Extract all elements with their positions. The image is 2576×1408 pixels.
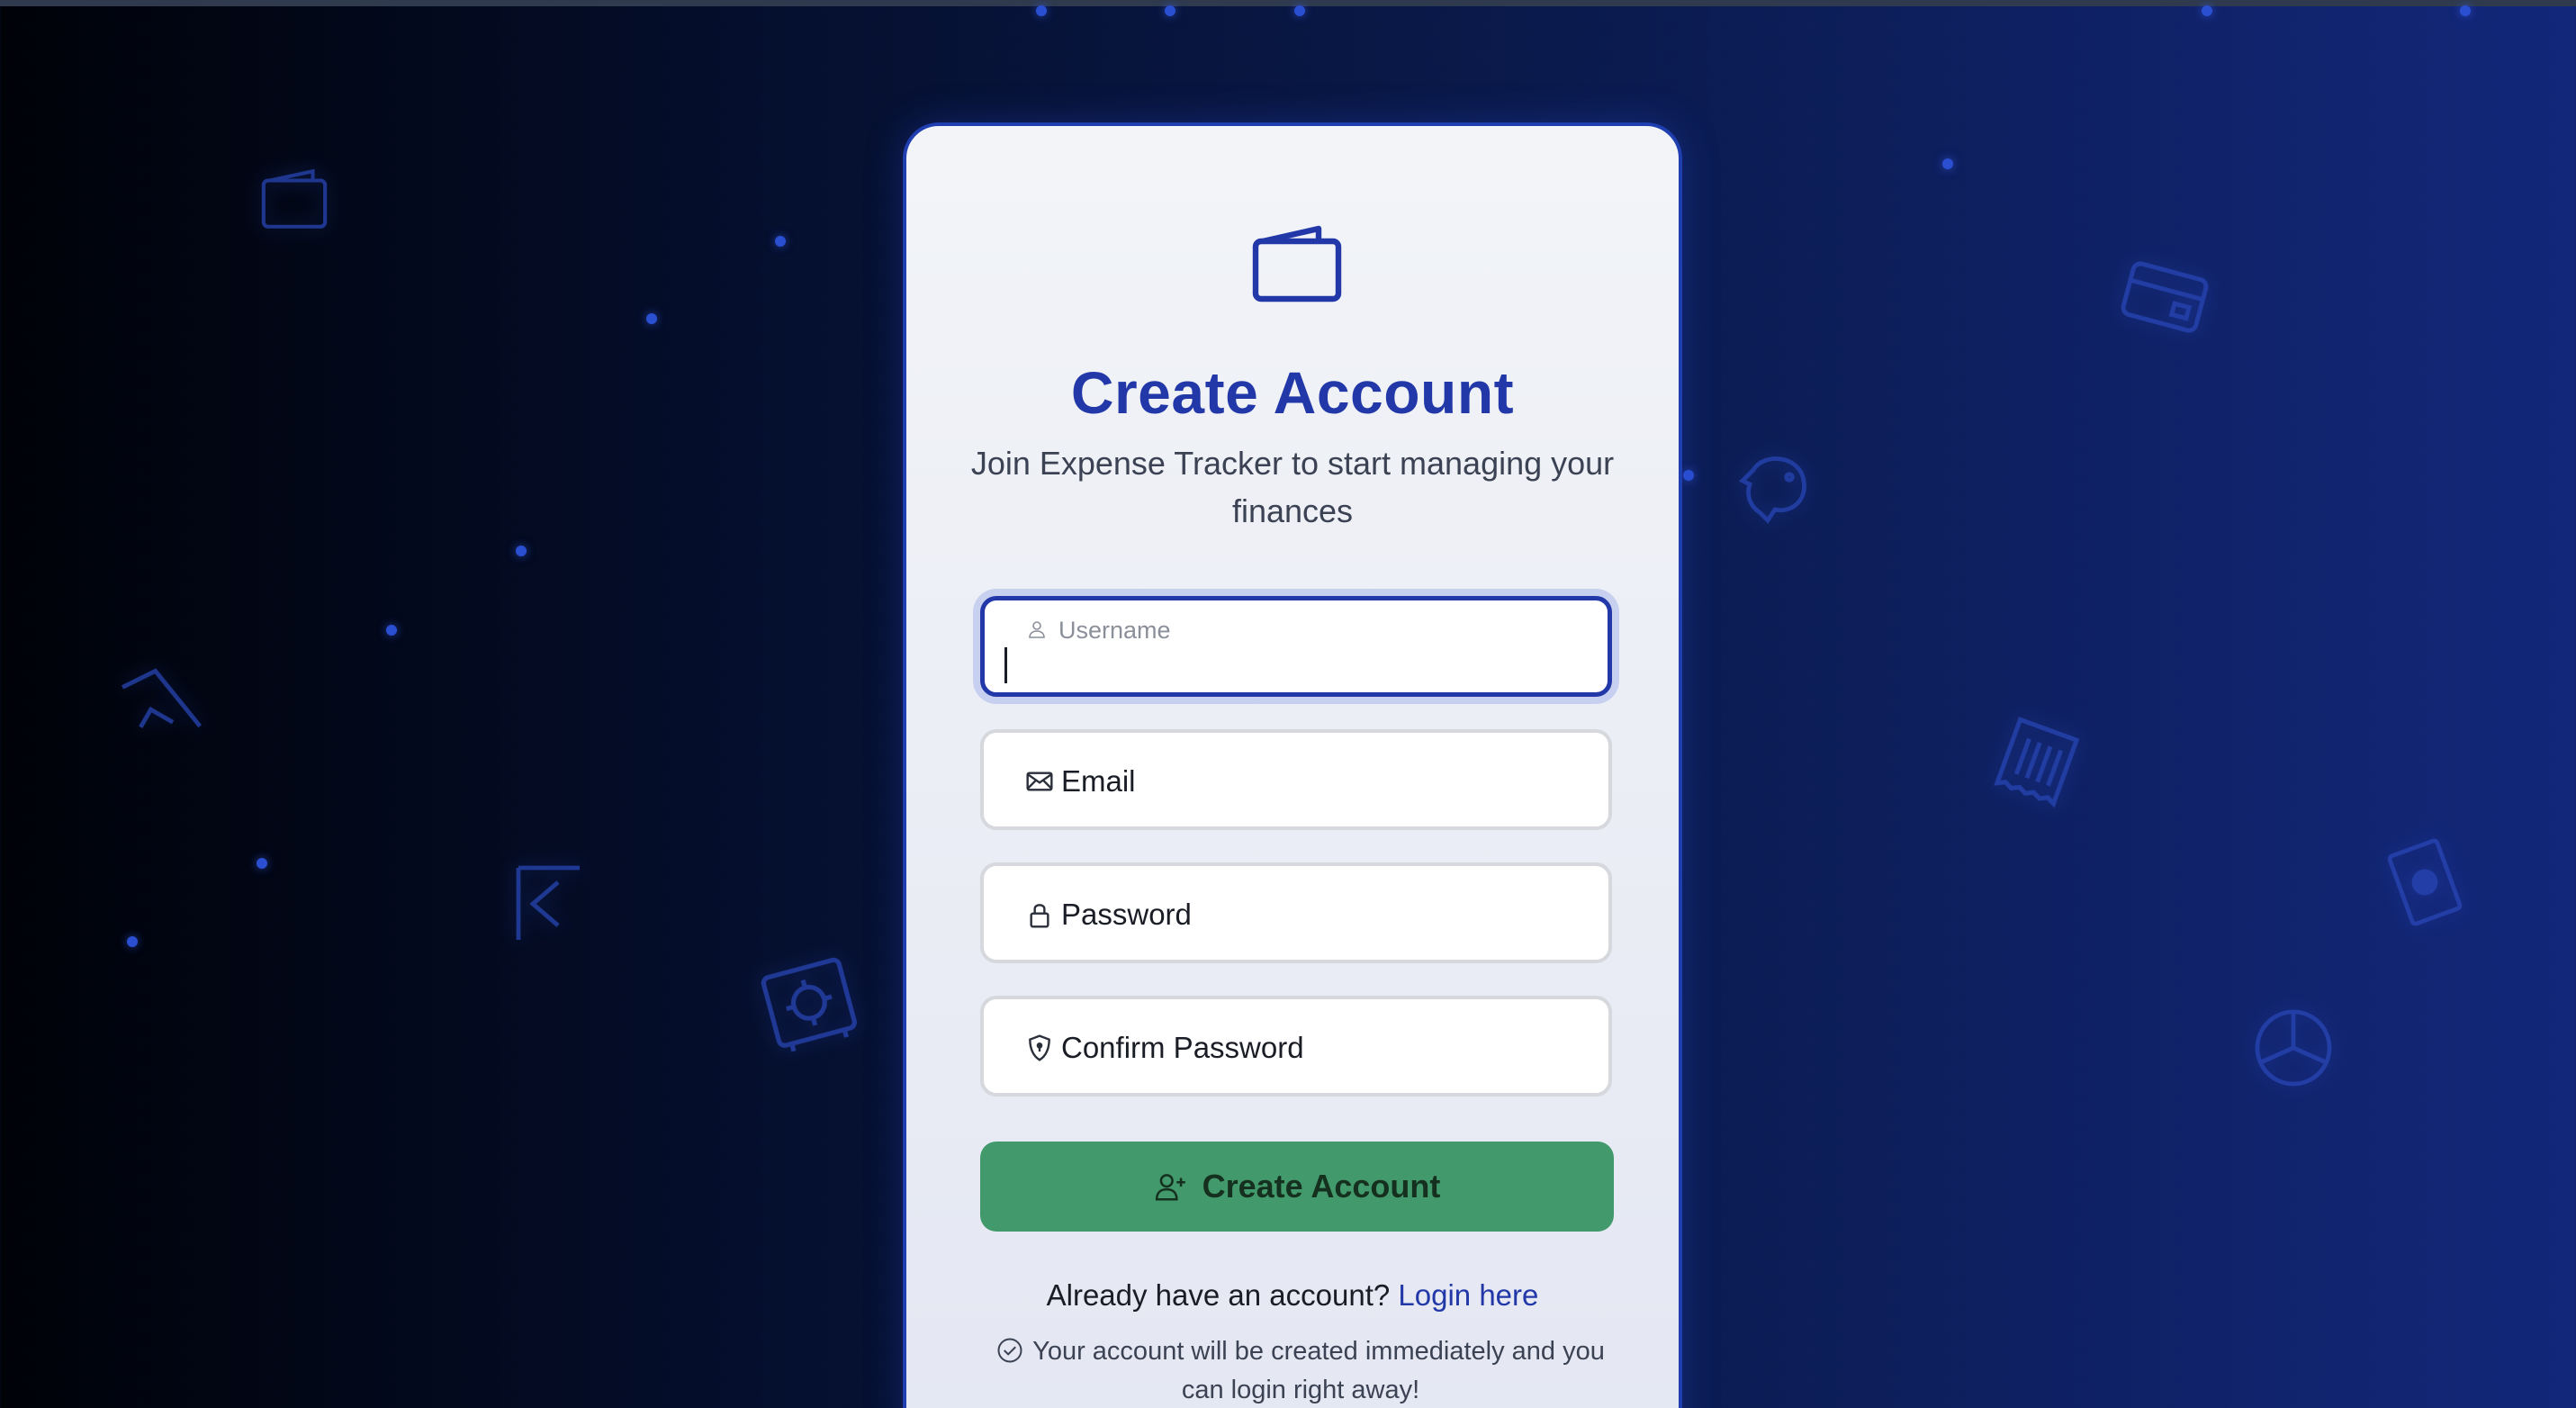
graph-up-icon [97, 649, 232, 763]
login-prompt-text: Already have an account? [1046, 1278, 1391, 1312]
background-dot [1942, 158, 1953, 169]
background-dot [1165, 5, 1175, 16]
background-dot [127, 936, 138, 947]
background-dot [2460, 5, 2471, 16]
receipt-icon [1975, 702, 2099, 821]
username-label: Username [1058, 617, 1171, 644]
info-note: Your account will be created immediately… [986, 1332, 1616, 1408]
email-label: Email [1061, 764, 1136, 798]
background-dot [386, 625, 397, 636]
lock-icon [1025, 900, 1054, 929]
add-user-icon [1154, 1169, 1188, 1204]
envelope-icon [1025, 767, 1054, 796]
page-subtitle: Join Expense Tracker to start managing y… [970, 445, 1615, 529]
window-top-edge [0, 0, 2576, 6]
signup-card: Create Account Join Expense Tracker to s… [903, 122, 1682, 1408]
email-field[interactable]: Email [980, 729, 1612, 830]
background-dot [2202, 5, 2212, 16]
background-dot [646, 313, 657, 324]
check-circle-icon [996, 1337, 1023, 1364]
wallet-icon [254, 162, 335, 236]
safe-icon [752, 949, 867, 1063]
user-icon [1026, 618, 1048, 640]
login-prompt: Already have an account? Login here [906, 1278, 1679, 1313]
page-title: Create Account [1070, 359, 1515, 426]
background-dot [1036, 5, 1047, 16]
create-account-button-label: Create Account [1202, 1168, 1441, 1205]
background-dot [1683, 470, 1694, 481]
wallet-icon [1250, 220, 1344, 306]
username-field[interactable]: Username [980, 596, 1612, 697]
create-account-button[interactable]: Create Account [980, 1142, 1614, 1232]
username-input[interactable] [1003, 647, 1591, 689]
info-note-text: Your account will be created immediately… [1032, 1337, 1605, 1404]
piggy-bank-icon [1735, 441, 1822, 528]
pie-chart-icon [2250, 1005, 2337, 1091]
confirm-password-label: Confirm Password [1061, 1031, 1304, 1064]
shield-icon [1025, 1033, 1054, 1062]
login-link[interactable]: Login here [1398, 1278, 1538, 1312]
credit-card-icon [2105, 240, 2224, 353]
confirm-password-field[interactable]: Confirm Password [980, 996, 1612, 1097]
password-field[interactable]: Password [980, 862, 1612, 963]
text-caret [1004, 647, 1007, 683]
cash-icon [2369, 826, 2481, 940]
currency-icon [506, 861, 596, 947]
background-dot [775, 236, 786, 247]
background-dot [516, 546, 527, 556]
password-label: Password [1061, 898, 1192, 931]
background-dot [257, 858, 267, 869]
background-dot [1294, 5, 1305, 16]
